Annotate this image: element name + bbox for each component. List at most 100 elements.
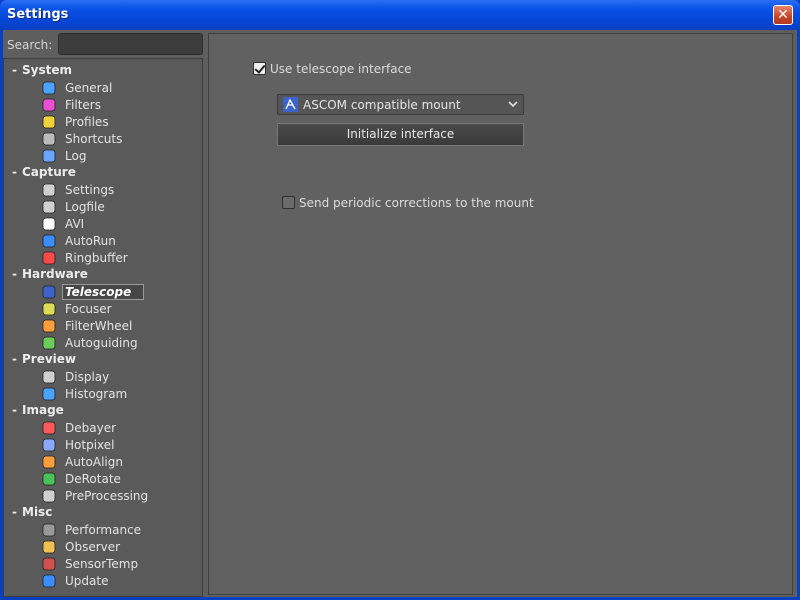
collapse-icon[interactable]: - [12,352,22,366]
logfile-icon [42,200,56,214]
tree-item-avi[interactable]: AVI [42,215,84,232]
initialize-interface-button[interactable]: Initialize interface [277,123,524,146]
hotpixel-icon [42,438,56,452]
tree-group-label: Misc [22,505,53,519]
tree-item-filterwheel[interactable]: FilterWheel [42,317,132,334]
tree-item-observer[interactable]: Observer [42,538,120,555]
tree-item-hotpixel[interactable]: Hotpixel [42,436,114,453]
tree-item-label: DeRotate [65,471,121,486]
window-title: Settings [7,7,69,22]
sensortemp-icon [42,557,56,571]
tree-item-label: Profiles [65,114,109,129]
tree-item-debayer[interactable]: Debayer [42,419,116,436]
shortcuts-icon [42,132,56,146]
tree-item-label: Ringbuffer [65,250,128,265]
profiles-icon [42,115,56,129]
tree-item-label: Autoguiding [65,335,138,350]
collapse-icon[interactable]: - [12,267,22,281]
general-icon [42,81,56,95]
close-button[interactable]: ✕ [773,5,793,25]
tree-item-label: Log [65,148,87,163]
tree-item-log[interactable]: Log [42,147,86,164]
tree-item-display[interactable]: Display [42,368,109,385]
tree-item-label: Display [65,369,110,384]
preprocessing-icon [42,489,56,503]
tree-item-histogram[interactable]: Histogram [42,385,127,402]
settings-tree[interactable]: - System General Filters Profiles Shortcuts Lo… [3,58,203,597]
tree-item-label: Settings [65,182,115,197]
tree-item-profiles[interactable]: Profiles [42,113,109,130]
tree-item-label: PreProcessing [65,488,149,503]
mount-type-select[interactable]: ASCOM compatible mount [277,94,524,115]
display-icon [42,370,56,384]
telescope-settings-panel [208,33,793,595]
collapse-icon[interactable]: - [12,505,22,519]
tree-group-preview[interactable]: - Preview [12,352,76,366]
tree-item-label: Performance [65,522,142,537]
telescope-icon [283,97,298,112]
histogram-icon [42,387,56,401]
observer-icon [42,540,56,554]
tree-item-ringbuffer[interactable]: Ringbuffer [42,249,128,266]
tree-item-general[interactable]: General [42,79,112,96]
update-icon [42,574,56,588]
tree-group-label: Capture [22,165,76,179]
filters-icon [42,98,56,112]
tree-item-label: General [65,80,113,95]
telescope-icon [42,285,56,299]
tree-item-label: SensorTemp [65,556,139,571]
tree-item-label: AVI [65,216,85,231]
search-input[interactable] [58,33,203,55]
tree-group-label: Image [22,403,64,417]
tree-item-label: Filters [65,97,101,112]
chevron-down-icon [508,101,518,108]
tree-group-system[interactable]: - System [12,63,72,77]
tree-item-label: AutoAlign [65,454,123,469]
tree-group-capture[interactable]: - Capture [12,165,76,179]
autorun-icon [42,234,56,248]
periodic-corrections-checkbox[interactable] [282,196,295,209]
tree-item-label: Observer [65,539,121,554]
tree-group-label: System [22,63,72,77]
debayer-icon [42,421,56,435]
mount-type-value: ASCOM compatible mount [303,98,461,112]
tree-item-autorun[interactable]: AutoRun [42,232,116,249]
collapse-icon[interactable]: - [12,63,22,77]
collapse-icon[interactable]: - [12,165,22,179]
tree-item-label: Hotpixel [65,437,115,452]
tree-item-autoalign[interactable]: AutoAlign [42,453,123,470]
tree-item-settings[interactable]: Settings [42,181,114,198]
search-label: Search: [7,38,53,52]
tree-item-sensortemp[interactable]: SensorTemp [42,555,138,572]
collapse-icon[interactable]: - [12,403,22,417]
tree-item-autoguiding[interactable]: Autoguiding [42,334,138,351]
tree-group-hardware[interactable]: - Hardware [12,267,88,281]
title-bar[interactable]: Settings ✕ [0,0,800,30]
tree-group-image[interactable]: - Image [12,403,64,417]
tree-item-label: AutoRun [65,233,116,248]
tree-group-label: Hardware [22,267,88,281]
tree-item-telescope[interactable]: Telescope [42,283,145,300]
derotate-icon [42,472,56,486]
tree-item-performance[interactable]: Performance [42,521,141,538]
use-telescope-checkbox[interactable] [253,62,266,75]
settings-icon [42,183,56,197]
tree-item-logfile[interactable]: Logfile [42,198,105,215]
periodic-corrections-label: Send periodic corrections to the mount [299,196,534,210]
tree-item-derotate[interactable]: DeRotate [42,470,121,487]
tree-item-shortcuts[interactable]: Shortcuts [42,130,122,147]
settings-window: Settings ✕ Search: - System General Filters… [0,0,800,600]
tree-item-label: Focuser [65,301,112,316]
ringbuffer-icon [42,251,56,265]
tree-group-misc[interactable]: - Misc [12,505,52,519]
tree-item-label: Debayer [65,420,117,435]
avi-icon [42,217,56,231]
tree-item-label: FilterWheel [65,318,133,333]
tree-item-preprocessing[interactable]: PreProcessing [42,487,148,504]
autoguiding-icon [42,336,56,350]
use-telescope-label: Use telescope interface [270,62,412,76]
performance-icon [42,523,56,537]
tree-item-focuser[interactable]: Focuser [42,300,112,317]
tree-item-filters[interactable]: Filters [42,96,101,113]
tree-item-update[interactable]: Update [42,572,108,589]
